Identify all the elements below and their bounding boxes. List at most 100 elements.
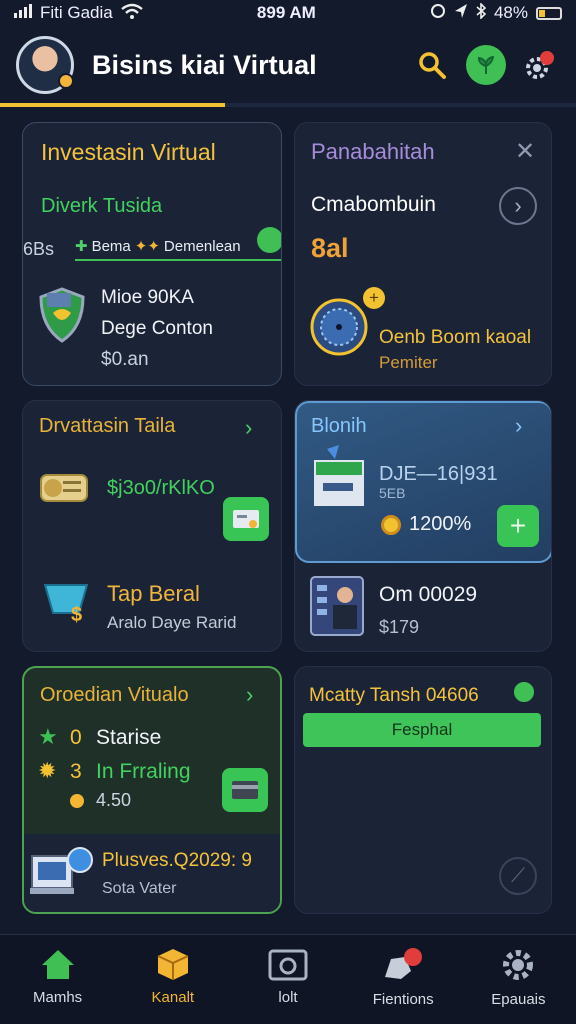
orders-card[interactable]: Oroedian Vitualo › ★ 0 Starise ✹ 3 In Fr…	[22, 666, 282, 914]
header-progress	[0, 103, 576, 107]
location-pin-icon	[511, 679, 537, 705]
hand-icon	[385, 948, 423, 979]
card-title: Oroedian Vitualo	[40, 684, 189, 706]
status-bar: Fiti Gadia 899 AM 48%	[0, 0, 576, 26]
blonih-coins: 1200%	[409, 513, 472, 535]
shield-icon	[39, 287, 85, 348]
summary-card[interactable]: Panabahitah ✕ Cmabombuin › 8al + Oenb Bo…	[294, 122, 552, 386]
clock: 899 AM	[256, 3, 316, 22]
card-title: Drvattasin Taila	[39, 415, 176, 437]
blonih-code: DJE—16|931	[379, 463, 498, 485]
gear-icon	[503, 950, 534, 980]
card-subtitle: Diverk Tusida	[41, 195, 163, 217]
promo-code: Plusves.Q2029: 9	[102, 850, 252, 871]
home-icon	[41, 950, 74, 979]
nav-item-tools[interactable]: lolt	[230, 935, 345, 1024]
server-icon	[309, 445, 371, 520]
carrier-label: Fiti Gadia	[40, 3, 113, 22]
chevron-right-icon[interactable]: ›	[246, 682, 253, 708]
nav-label: Fientions	[372, 991, 434, 1008]
battery-percent: 48%	[493, 3, 528, 22]
badge-icon: ✦✦	[134, 238, 160, 255]
basket-icon: $	[41, 577, 93, 628]
nav-item-channel[interactable]: Kanalt	[115, 935, 230, 1024]
splash-icon	[257, 227, 281, 253]
investment-card[interactable]: Investasin Virtual Diverk Tusida 6Bs ✚ B…	[22, 122, 282, 386]
avatar[interactable]	[16, 36, 74, 94]
card-title: Mcatty Tansh 04606	[309, 685, 479, 706]
card-icon	[233, 510, 259, 528]
next-button[interactable]: ›	[499, 187, 537, 225]
nav-label: Mamhs	[33, 989, 83, 1006]
devices-icon	[30, 846, 100, 911]
gear-alert-icon	[526, 51, 554, 79]
avatar-badge	[58, 73, 74, 89]
add-button[interactable]: +	[497, 505, 539, 547]
nav-label: Kanalt	[151, 989, 195, 1006]
nav-label: lolt	[278, 989, 298, 1006]
plus-icon: ✚	[75, 238, 88, 255]
card-title: Blonih	[311, 415, 367, 437]
summary-value: 8al	[311, 233, 349, 263]
leaf-button[interactable]	[466, 45, 506, 85]
search-button[interactable]	[412, 45, 452, 85]
nav-item-notifications[interactable]: Fientions	[346, 935, 461, 1024]
dial-icon	[309, 297, 369, 362]
app-header: Bisins kiai Virtual	[0, 26, 576, 104]
leaf-icon	[477, 55, 495, 74]
alarm-icon	[430, 3, 446, 24]
wallet-button[interactable]	[222, 768, 268, 812]
stat-value: 4.50	[96, 790, 132, 810]
plus-badge-icon: +	[363, 287, 385, 309]
match-card[interactable]: Mcatty Tansh 04606 Fesphal ⟋	[294, 666, 552, 914]
stat-count-1: 0	[70, 726, 82, 749]
summary-heading: Cmabombuin	[311, 193, 436, 216]
promo-label-b: Demenlean	[163, 237, 241, 255]
star-icon: ★	[38, 724, 58, 749]
search-icon	[419, 52, 446, 79]
wifi-icon	[121, 3, 143, 24]
coin-icon	[381, 515, 401, 535]
promo-sub: Sota Vater	[102, 880, 177, 897]
cash-icon	[39, 467, 91, 512]
promo-label-a: Bema	[91, 237, 131, 255]
bluetooth-icon	[476, 1, 487, 24]
chevron-right-icon[interactable]: ›	[515, 413, 522, 439]
more-button[interactable]: ⟋	[499, 857, 537, 895]
camera-icon	[268, 949, 308, 981]
promo-prefix: 6Bs	[23, 239, 55, 259]
offer-title: Tap Beral	[107, 581, 200, 606]
chevron-right-icon[interactable]: ›	[245, 415, 252, 441]
card-title: Investasin Virtual	[41, 139, 216, 165]
close-icon[interactable]: ✕	[515, 137, 535, 166]
asset-name: Mioe 90KA	[101, 287, 194, 308]
settings-button[interactable]	[520, 45, 560, 85]
blonih-card[interactable]: Blonih › DJE—16|931 5EB 1200% + Om 00029…	[294, 400, 552, 652]
nav-item-settings[interactable]: Epauais	[461, 935, 576, 1024]
location-icon	[454, 3, 468, 24]
gear-star-icon: ✹	[38, 758, 57, 783]
derivatives-card[interactable]: Drvattasin Taila › $j3o0/rKlKO $ Tap Ber…	[22, 400, 282, 652]
summary-line-1: Oenb Boom kaoal	[379, 327, 532, 348]
box-icon	[157, 949, 189, 980]
holding-price: $179	[379, 617, 420, 637]
bottom-nav: Mamhs Kanalt lolt Fientions Epauais	[0, 934, 576, 1024]
asset-location: Dege Conton	[101, 318, 213, 339]
card-action-button[interactable]	[223, 497, 269, 541]
summary-line-2: Pemiter	[379, 353, 438, 372]
nav-item-home[interactable]: Mamhs	[0, 935, 115, 1024]
blonih-code-2: 5EB	[379, 485, 406, 501]
stat-label-1: Starise	[96, 726, 162, 749]
battery-icon	[536, 6, 562, 20]
coin-icon	[70, 794, 84, 808]
portfolio-icon	[309, 575, 365, 642]
derivative-amount: $j3o0/rKlKO	[107, 477, 215, 499]
stat-label-2: In Frraling	[96, 760, 191, 783]
signal-icon	[14, 3, 32, 23]
match-button[interactable]: Fesphal	[303, 713, 541, 747]
offer-subtitle: Aralo Daye Rarid	[107, 613, 237, 632]
page-title: Bisins kiai Virtual	[92, 49, 317, 80]
card-title: Panabahitah	[311, 139, 435, 164]
promo-banner[interactable]: ✚ Bema ✦✦ Demenlean	[75, 233, 281, 261]
nav-label: Epauais	[491, 991, 546, 1008]
